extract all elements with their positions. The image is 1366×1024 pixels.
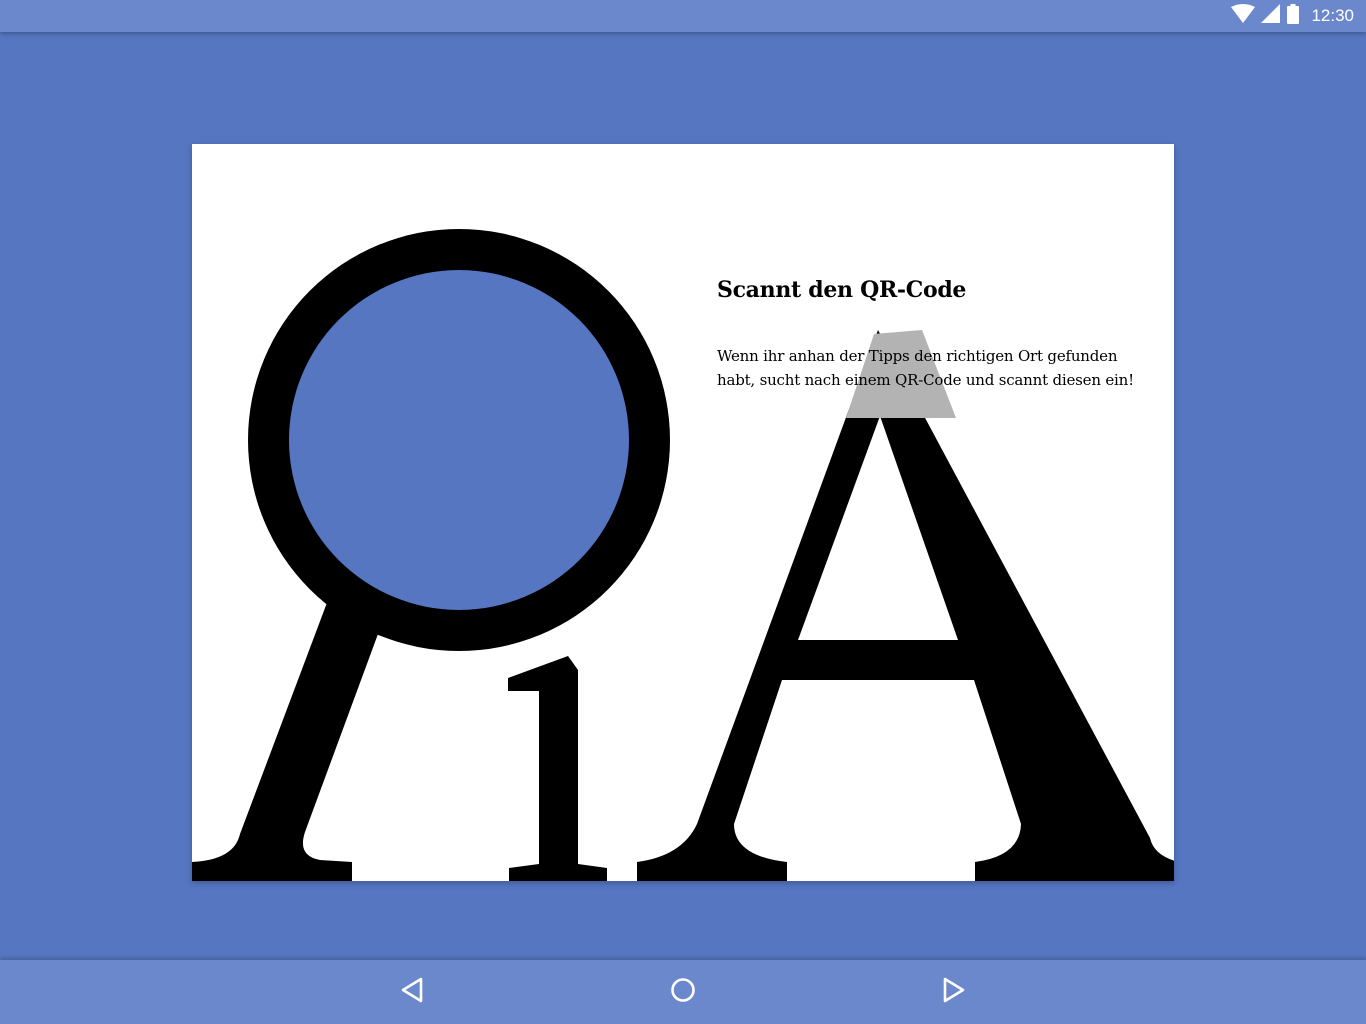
cell-signal-icon [1261, 4, 1281, 28]
battery-icon [1287, 4, 1300, 28]
content-card: Scannt den QR-Code Wenn ihr anhan der Ti… [192, 144, 1174, 881]
back-button[interactable] [372, 960, 452, 1024]
status-time: 12:30 [1311, 6, 1354, 25]
digit-one-shape [508, 656, 607, 881]
back-icon [399, 976, 425, 1008]
home-button[interactable] [643, 960, 723, 1024]
card-description: Wenn ihr anhan der Tipps den richtigen O… [717, 347, 1134, 389]
magnifier-handle-shape [192, 600, 378, 881]
card-title: Scannt den QR-Code [717, 277, 967, 303]
wifi-icon [1231, 4, 1256, 28]
letter-a-shape [637, 330, 1174, 881]
status-bar: 12:30 [0, 0, 1366, 32]
forward-button[interactable] [914, 960, 994, 1024]
magnifying-glass-shape [248, 229, 670, 651]
magnifier-1A-illustration [192, 229, 1174, 881]
forward-icon [941, 976, 967, 1008]
navigation-bar [0, 960, 1366, 1024]
home-icon [669, 976, 697, 1008]
status-icons: 12:30 [1231, 0, 1354, 32]
